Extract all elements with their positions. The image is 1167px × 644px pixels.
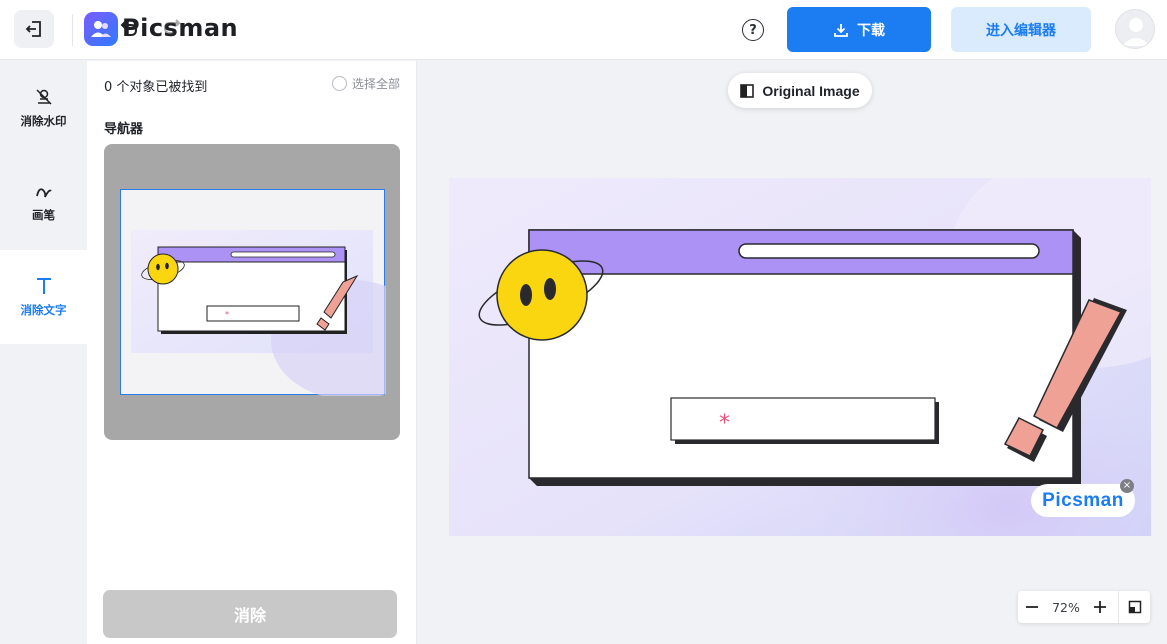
- erase-button[interactable]: 消除: [103, 590, 397, 638]
- image-illustration: *: [449, 178, 1151, 536]
- zoom-level: 72%: [1052, 599, 1080, 615]
- download-button[interactable]: 下载: [787, 7, 931, 52]
- help-icon: ?: [749, 22, 757, 38]
- compare-icon: [740, 83, 755, 98]
- navigator-thumbnail: *: [131, 230, 400, 400]
- open-editor-button[interactable]: 进入编辑器: [951, 7, 1091, 52]
- tool-remove-watermark-label: 消除水印: [20, 114, 67, 128]
- zoom-control: 72%: [1018, 591, 1150, 623]
- tool-brush-label: 画笔: [32, 208, 55, 222]
- avatar[interactable]: [1115, 9, 1155, 49]
- fit-screen-icon: [1128, 600, 1141, 614]
- svg-text:*: *: [719, 411, 730, 436]
- original-image-button[interactable]: Original Image: [728, 73, 872, 108]
- select-all-label: 选择全部: [352, 77, 401, 91]
- avatar-icon: [1122, 18, 1150, 46]
- help-button[interactable]: ?: [742, 19, 764, 41]
- zoom-in-button[interactable]: [1086, 591, 1114, 623]
- logo-icon: [84, 12, 118, 46]
- fit-to-screen-button[interactable]: [1118, 591, 1150, 623]
- minus-icon: [1026, 606, 1038, 608]
- zoom-out-button[interactable]: [1018, 591, 1046, 623]
- download-label: 下载: [857, 22, 885, 39]
- tool-rail: 消除水印 画笔 消除文字: [0, 61, 87, 644]
- tool-remove-watermark[interactable]: 消除水印: [0, 61, 87, 155]
- navigator-title: 导航器: [104, 122, 144, 137]
- open-editor-label: 进入编辑器: [986, 22, 1056, 39]
- exit-button[interactable]: [14, 10, 54, 48]
- watermark-close-icon[interactable]: ×: [1120, 479, 1134, 493]
- tool-remove-text[interactable]: 消除文字: [0, 250, 87, 344]
- tool-remove-text-label: 消除文字: [20, 303, 67, 317]
- side-panel: 0 个对象已被找到 选择全部 导航器 * 消除: [87, 61, 417, 644]
- text-remove-icon: [36, 278, 51, 294]
- top-bar: Picsman ? 下载 进入编辑器: [0, 0, 1167, 60]
- found-objects-count: 0 个对象已被找到: [104, 80, 208, 95]
- edited-image[interactable]: *: [449, 178, 1151, 536]
- watermark-badge[interactable]: Picsman: [1031, 484, 1135, 517]
- select-all-toggle[interactable]: 选择全部: [332, 75, 400, 92]
- select-all-radio[interactable]: [332, 76, 347, 91]
- tool-brush[interactable]: 画笔: [0, 155, 87, 249]
- navigator[interactable]: *: [104, 144, 400, 440]
- plus-icon: [1094, 601, 1106, 613]
- undo-icon[interactable]: [120, 18, 138, 38]
- header-divider: [72, 14, 73, 46]
- exit-icon: [25, 21, 41, 37]
- download-icon: [834, 23, 848, 37]
- canvas-area: Original Image * Picsman × 72%: [418, 61, 1167, 644]
- svg-text:*: *: [225, 310, 229, 319]
- navigator-viewport[interactable]: *: [120, 189, 400, 400]
- original-image-label: Original Image: [762, 82, 860, 99]
- brush-icon: [35, 188, 52, 198]
- watermark-remove-icon: [35, 89, 52, 105]
- redo-icon[interactable]: [163, 16, 181, 36]
